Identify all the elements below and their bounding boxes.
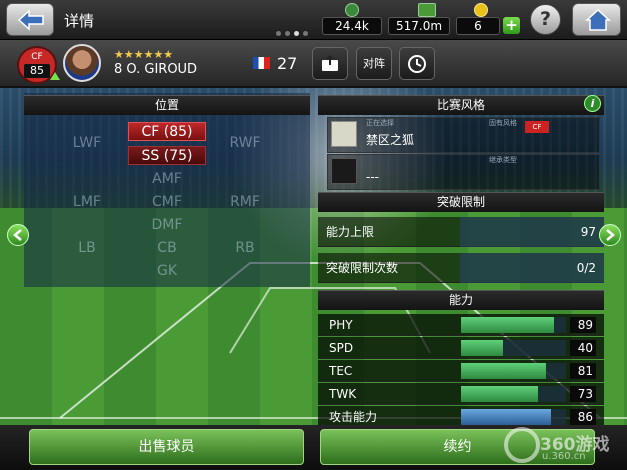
ability-cap-value: 97 <box>580 225 596 239</box>
stat-value: 81 <box>570 363 596 379</box>
player-name: 8 O. GIROUD <box>114 62 198 77</box>
breakthrough-count-label: 突破限制次数 <box>326 261 399 275</box>
stat-value: 73 <box>570 386 596 402</box>
play-style-header: 比赛风格 <box>318 95 604 115</box>
stat-bar-fill <box>461 363 546 379</box>
gp-icon <box>345 3 359 17</box>
prev-player-button[interactable] <box>7 224 29 246</box>
position-label: CF <box>31 52 43 62</box>
position-rb: RB <box>235 240 255 256</box>
form-arrow-icon <box>50 72 60 80</box>
gp-counter: 24.4k <box>322 17 382 35</box>
empty-style-icon <box>331 158 357 184</box>
home-icon <box>585 8 611 31</box>
stat-row: TEC 81 <box>318 360 604 382</box>
page-dot-active <box>294 31 299 36</box>
stat-label: TWK <box>329 387 357 401</box>
page-dot <box>276 31 281 36</box>
money-icon <box>418 3 436 17</box>
star-rating: ★★★★★★ <box>114 48 174 61</box>
position-gk: GK <box>156 263 178 279</box>
position-lmf: LMF <box>73 194 101 210</box>
stat-value: 86 <box>570 409 596 425</box>
stat-bar-track <box>461 340 566 356</box>
stat-bar-track <box>461 363 566 379</box>
inherit-type-value: --- <box>366 170 379 184</box>
fox-in-box-icon <box>331 121 357 147</box>
inherent-style-label: 固有风格 <box>489 119 517 127</box>
sell-player-button[interactable]: 出售球员 <box>29 429 304 465</box>
ability-header: 能力 <box>318 290 604 310</box>
inherit-type-label: 继承类型 <box>489 156 517 164</box>
position-lb: LB <box>78 240 96 256</box>
inherent-style-badge: CF <box>525 121 549 133</box>
player-age: 27 <box>277 54 298 73</box>
share-icon <box>322 55 338 71</box>
stat-label: TEC <box>329 364 353 378</box>
history-button[interactable] <box>399 47 435 80</box>
formation-button[interactable]: 对阵 <box>356 47 392 80</box>
next-player-button[interactable] <box>599 224 621 246</box>
back-button[interactable] <box>6 3 54 36</box>
stat-label: PHY <box>329 318 353 332</box>
position-amf: AMF <box>152 171 182 187</box>
home-button[interactable] <box>572 3 621 36</box>
stat-row: PHY 89 <box>318 314 604 336</box>
page-dot <box>303 31 308 36</box>
stat-bar-fill <box>461 409 551 425</box>
stat-bar-fill <box>461 340 503 356</box>
back-arrow-icon <box>17 9 44 31</box>
position-lwf: LWF <box>72 135 102 151</box>
stat-label: SPD <box>329 341 354 355</box>
stat-bar-track <box>461 409 566 425</box>
coin-counter: 6 <box>456 17 500 35</box>
position-cb: CB <box>157 240 177 256</box>
page-dot <box>285 31 290 36</box>
player-avatar <box>63 44 101 82</box>
stat-row: TWK 73 <box>318 383 604 405</box>
coin-icon <box>474 3 488 17</box>
breakthrough-count-value: 0/2 <box>576 261 596 275</box>
chevron-right-icon <box>606 229 615 241</box>
position-rmf: RMF <box>230 194 260 210</box>
position-dmf: DMF <box>151 217 183 233</box>
breakthrough-count-row: 突破限制次数 0/2 <box>318 253 604 283</box>
chevron-left-icon <box>13 229 22 241</box>
stat-bar-fill <box>461 386 538 402</box>
share-button[interactable] <box>312 47 348 80</box>
breakthrough-header: 突破限制 <box>318 192 604 212</box>
rating-label: 85 <box>24 64 50 78</box>
page-title: 详情 <box>64 12 95 30</box>
play-style-name: 禁区之狐 <box>366 133 415 147</box>
stat-value: 89 <box>570 317 596 333</box>
info-button[interactable]: i <box>584 95 601 112</box>
page-indicator <box>276 31 308 36</box>
france-flag-icon <box>253 57 270 69</box>
stat-bar-fill <box>461 317 554 333</box>
stat-bar-track <box>461 317 566 333</box>
sub-position: SS (75) <box>128 146 206 165</box>
position-cmf: CMF <box>152 194 182 210</box>
ability-cap-row: 能力上限 97 <box>318 217 604 247</box>
ability-cap-label: 能力上限 <box>326 225 375 239</box>
stat-bar-track <box>461 386 566 402</box>
help-button[interactable]: ? <box>530 4 561 35</box>
positions-header: 位置 <box>24 95 310 115</box>
watermark-url: u.360.cn <box>542 451 586 462</box>
stat-value: 40 <box>570 340 596 356</box>
stat-row: SPD 40 <box>318 337 604 359</box>
clock-history-icon <box>408 55 426 73</box>
add-coins-button[interactable]: + <box>503 17 520 34</box>
position-rwf: RWF <box>229 135 261 151</box>
selecting-label: 正在选择 <box>366 119 394 127</box>
main-position: CF (85) <box>128 122 206 141</box>
money-counter: 517.0m <box>388 17 450 35</box>
